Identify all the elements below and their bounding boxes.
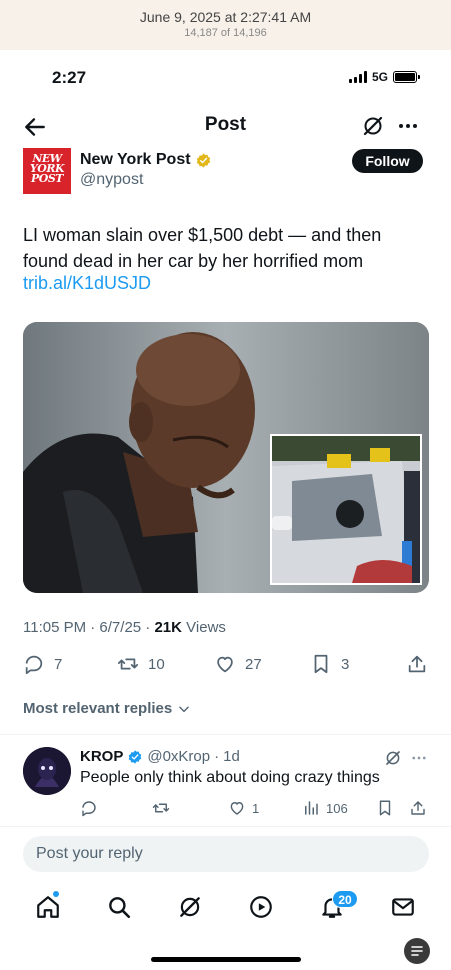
bookmark-icon: [379, 800, 391, 816]
author-name-row[interactable]: New York Post: [80, 151, 212, 169]
reply-input-placeholder: Post your reply: [36, 845, 143, 862]
post-meta: 11:05 PM · 6/7/25 · 21K Views: [23, 619, 226, 636]
photo-count: 14,187 of 14,196: [184, 27, 267, 39]
reply-actions: 1 106: [80, 799, 435, 819]
verified-gold-icon: [196, 152, 210, 168]
divider: [0, 826, 451, 827]
repost-icon: [117, 658, 139, 670]
reply-item[interactable]: KROP @0xKrop · 1d People only think abou…: [23, 747, 433, 825]
views-count: 21K: [154, 619, 182, 636]
heart-icon: [217, 656, 233, 673]
replies-sort-dropdown[interactable]: Most relevant replies: [23, 700, 191, 717]
photo-viewer-header: June 9, 2025 at 2:27:41 AM 14,187 of 14,…: [0, 0, 451, 50]
live-text-button[interactable]: [404, 938, 430, 964]
grok-icon[interactable]: [177, 894, 203, 920]
bookmark-icon: [314, 654, 328, 674]
text-scan-icon: [411, 946, 423, 956]
reply-icon: [25, 655, 43, 675]
post-image[interactable]: [23, 322, 429, 593]
photo-date: June 9, 2025 at 2:27:41 AM: [139, 9, 312, 25]
repost-count: 10: [148, 655, 165, 673]
grok-icon[interactable]: [361, 114, 385, 138]
search-icon[interactable]: [106, 894, 132, 920]
home-unread-dot: [53, 891, 59, 897]
reply-views-count: 106: [326, 800, 348, 816]
reply-views-button[interactable]: 106: [302, 799, 348, 817]
reply-like-button[interactable]: 1: [228, 799, 259, 817]
reply-share-button[interactable]: [409, 799, 427, 817]
status-bar: 2:27 5G: [0, 62, 451, 92]
reply-separator: ·: [214, 748, 220, 765]
like-button[interactable]: 27: [214, 653, 262, 675]
repost-icon: [152, 803, 170, 813]
home-indicator: [151, 957, 301, 962]
reply-reply-button[interactable]: [80, 799, 104, 817]
video-play-icon[interactable]: [248, 894, 274, 920]
post-author: NEW YORK POST New York Post @nypost Follow: [23, 148, 423, 198]
status-indicators: 5G: [348, 70, 420, 84]
reply-author-name[interactable]: KROP: [80, 748, 123, 765]
post-text: LI woman slain over $1,500 debt — and th…: [23, 225, 382, 271]
chevron-down-icon: [179, 706, 190, 712]
more-icon[interactable]: [410, 749, 428, 767]
status-time: 2:27: [52, 68, 87, 87]
network-label: 5G: [371, 70, 388, 84]
post-time: 11:05 PM · 6/7/25 ·: [23, 619, 155, 636]
bookmark-button[interactable]: 3: [310, 653, 349, 675]
divider: [0, 734, 451, 735]
mail-icon[interactable]: [390, 894, 416, 920]
grok-icon[interactable]: [384, 749, 402, 767]
reply-header: KROP @0xKrop · 1d: [80, 748, 240, 765]
heart-icon: [230, 802, 244, 815]
bookmark-count: 3: [341, 655, 350, 673]
author-name[interactable]: New York Post: [80, 151, 191, 169]
reply-like-count: 1: [252, 800, 260, 816]
reply-text: People only think about doing crazy thin…: [80, 769, 380, 786]
reply-time: 1d: [223, 748, 240, 765]
views-icon: [305, 801, 318, 815]
reply-input[interactable]: Post your reply: [23, 836, 429, 872]
post-actions: 7 10 27 3: [23, 653, 433, 677]
like-count: 27: [245, 655, 262, 673]
reply-button[interactable]: 7: [23, 653, 62, 675]
follow-button[interactable]: Follow: [352, 149, 423, 173]
nypost-logo[interactable]: NEW YORK POST: [23, 148, 71, 194]
nav-bar: Post: [0, 108, 451, 144]
reply-bookmark-button[interactable]: [376, 799, 394, 817]
post-link[interactable]: trib.al/K1dUSJD: [23, 273, 151, 294]
reply-count: 7: [54, 655, 63, 673]
notifications-badge: 20: [332, 890, 358, 908]
author-handle[interactable]: @nypost: [80, 171, 143, 189]
share-icon: [411, 801, 425, 815]
reply-repost-button[interactable]: [152, 799, 176, 817]
avatar[interactable]: [23, 747, 71, 795]
views-label: Views: [182, 619, 226, 636]
signal-icon: [348, 71, 367, 83]
share-icon: [408, 655, 426, 673]
share-button[interactable]: [406, 653, 428, 675]
bottom-tab-bar: [0, 880, 451, 936]
reply-icon: [82, 801, 96, 817]
verified-blue-icon: [129, 749, 142, 764]
sort-label: Most relevant replies: [23, 700, 173, 717]
home-icon[interactable]: [35, 894, 61, 920]
battery-icon: [393, 71, 420, 83]
reply-author-handle[interactable]: @0xKrop: [147, 748, 210, 765]
car-inset-photo: [270, 434, 422, 585]
repost-button[interactable]: 10: [117, 653, 165, 675]
more-icon[interactable]: [396, 114, 420, 138]
